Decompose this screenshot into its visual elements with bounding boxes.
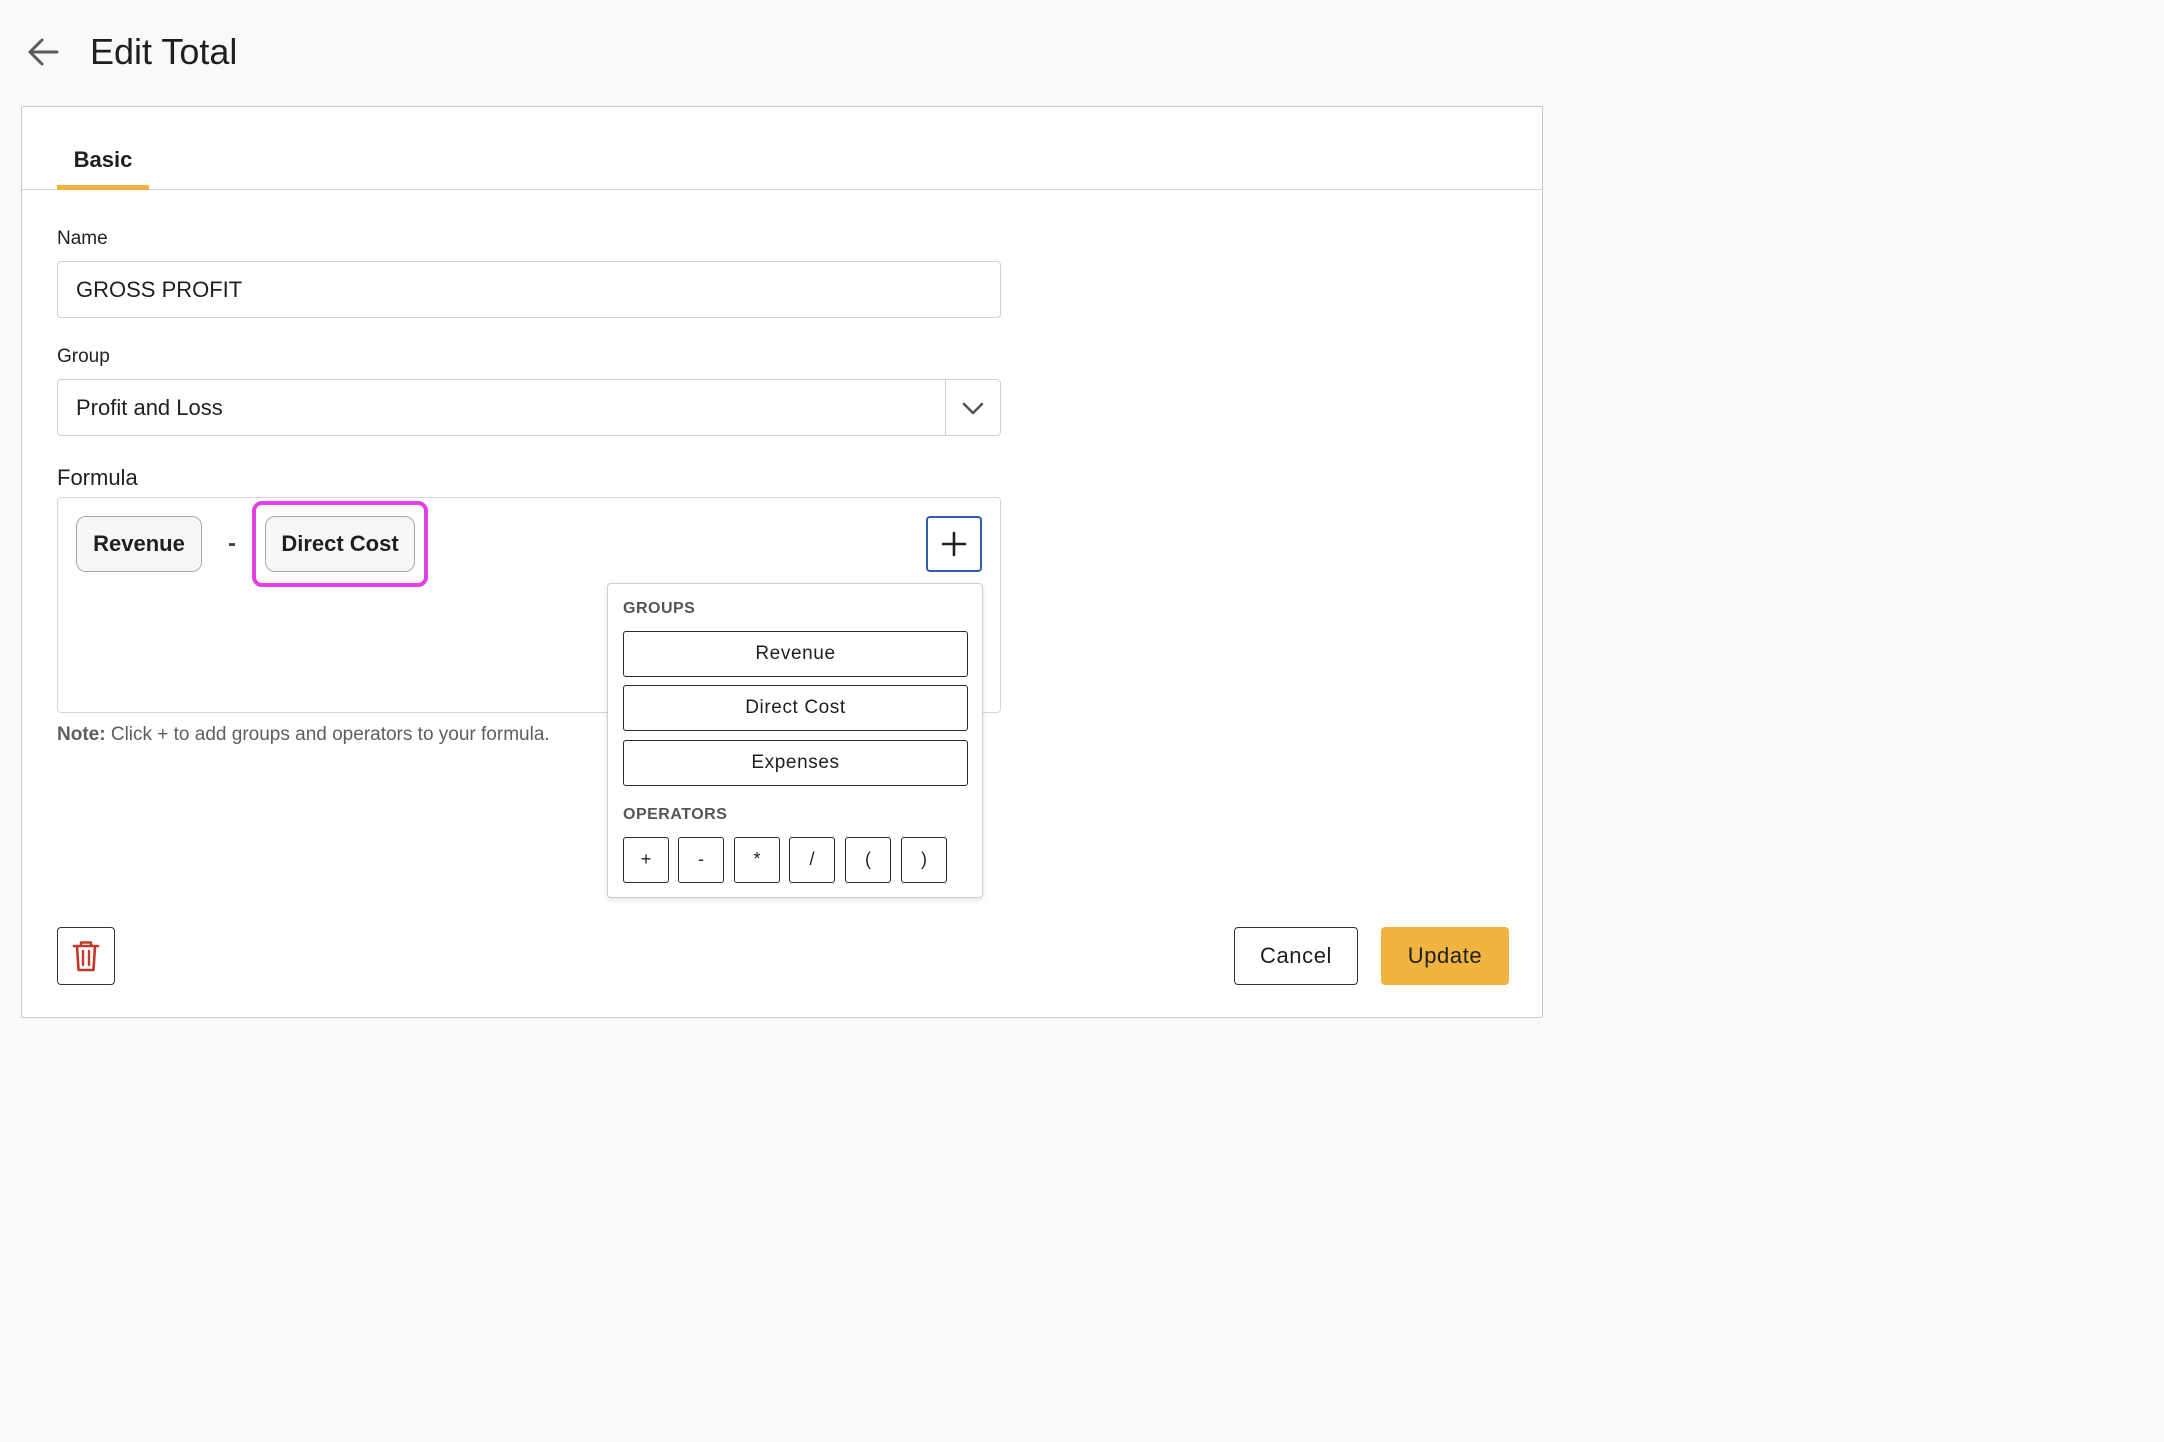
dropdown-group-direct-cost[interactable]: Direct Cost: [623, 685, 968, 731]
delete-button[interactable]: [57, 927, 115, 985]
name-label: Name: [57, 228, 108, 249]
chevron-down-icon: [962, 402, 984, 414]
group-label: Group: [57, 346, 110, 367]
edit-total-page: Edit Total Basic Name Group Profit and L…: [0, 0, 1568, 1045]
page-header: Edit Total: [0, 0, 1568, 105]
add-formula-item-button[interactable]: [926, 516, 982, 572]
edit-total-card: Basic Name Group Profit and Loss Formula…: [21, 106, 1543, 1018]
dropdown-group-revenue[interactable]: Revenue: [623, 631, 968, 677]
operator-plus-button[interactable]: +: [623, 837, 669, 883]
formula-operator[interactable]: -: [225, 516, 239, 572]
update-button[interactable]: Update: [1381, 927, 1509, 985]
note-text: Click + to add groups and operators to y…: [105, 724, 550, 745]
page-title: Edit Total: [90, 31, 238, 72]
trash-icon: [72, 941, 100, 972]
groups-heading: GROUPS: [623, 600, 696, 617]
group-select[interactable]: Profit and Loss: [57, 379, 1001, 436]
arrow-left-icon: [28, 38, 59, 66]
dropdown-group-expenses[interactable]: Expenses: [623, 740, 968, 786]
note-prefix: Note:: [57, 724, 106, 745]
plus-icon: [941, 531, 967, 557]
back-button[interactable]: [24, 33, 62, 71]
operator-minus-button[interactable]: -: [678, 837, 724, 883]
operators-heading: OPERATORS: [623, 806, 728, 823]
operator-open-paren-button[interactable]: (: [845, 837, 891, 883]
select-toggle[interactable]: [946, 380, 1000, 435]
group-select-value: Profit and Loss: [76, 395, 223, 420]
formula-chip-revenue[interactable]: Revenue: [76, 516, 202, 572]
name-input[interactable]: [57, 261, 1001, 318]
formula-label: Formula: [57, 465, 138, 490]
formula-note: Note: Click + to add groups and operator…: [57, 724, 550, 746]
tab-active-indicator: [57, 185, 149, 190]
formula-add-dropdown: GROUPS Revenue Direct Cost Expenses OPER…: [607, 583, 983, 898]
operator-multiply-button[interactable]: *: [734, 837, 780, 883]
formula-chip-direct-cost[interactable]: Direct Cost: [265, 516, 415, 572]
tab-bar: Basic: [22, 107, 1542, 190]
operator-divide-button[interactable]: /: [789, 837, 835, 883]
cancel-button[interactable]: Cancel: [1234, 927, 1358, 985]
operator-close-paren-button[interactable]: ): [901, 837, 947, 883]
tab-basic[interactable]: Basic: [57, 143, 149, 190]
tab-basic-label: Basic: [73, 147, 133, 172]
